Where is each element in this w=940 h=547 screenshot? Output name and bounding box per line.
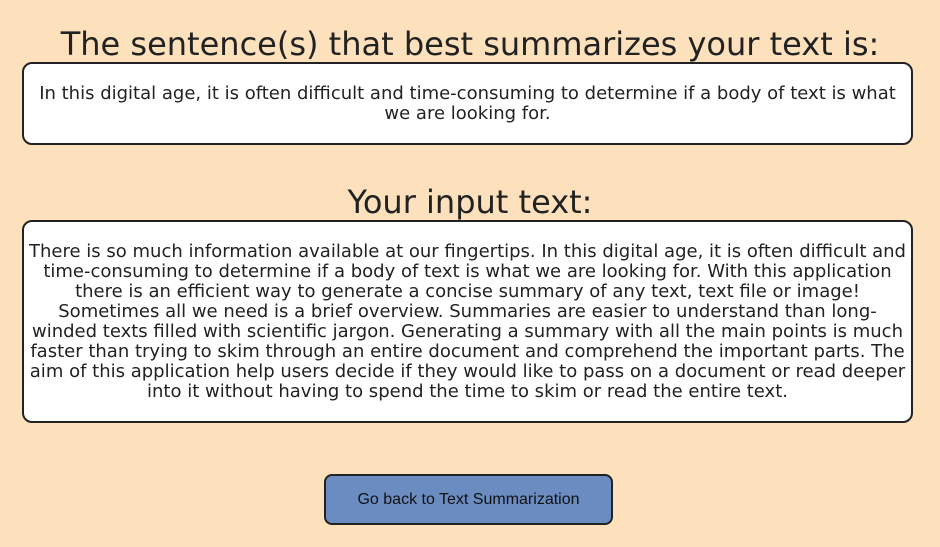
input-text-box: There is so much information available a… xyxy=(22,220,913,423)
back-to-summarization-button[interactable]: Go back to Text Summarization xyxy=(324,474,613,525)
summary-output-box: In this digital age, it is often difficu… xyxy=(22,62,913,145)
input-text: There is so much information available a… xyxy=(29,240,906,402)
summary-heading: The sentence(s) that best summarizes you… xyxy=(60,25,880,63)
summary-text: In this digital age, it is often difficu… xyxy=(39,82,896,124)
input-text-heading: Your input text: xyxy=(347,183,593,221)
